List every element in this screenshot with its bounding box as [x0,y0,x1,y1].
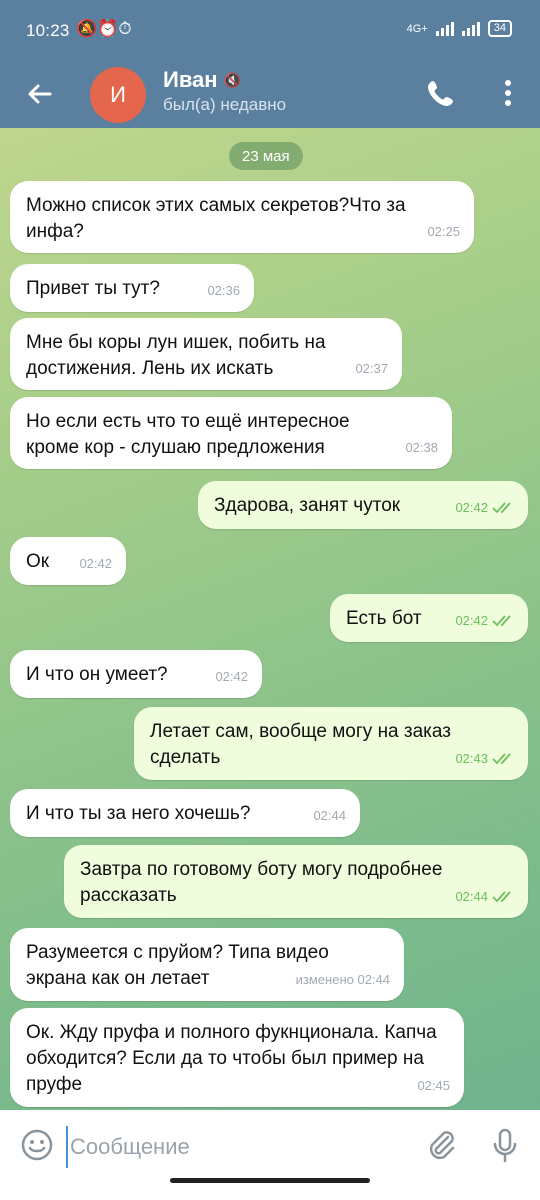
back-arrow-icon[interactable] [24,78,56,110]
message-bubble[interactable]: Разумеется с пруйом? Типа видео экрана к… [10,928,404,1001]
notification-icons: 🔕⏰⏱ [76,19,132,38]
message-text: И что он умеет? [26,664,168,685]
message-meta: 02:25 [427,219,460,245]
more-vert-icon[interactable] [496,76,520,110]
message-text: Мне бы коры лун ишек, побить на достижен… [26,332,326,379]
status-bar: 10:23 🔕⏰⏱ 4G+ 34 [0,0,540,60]
paperclip-icon[interactable] [424,1128,458,1162]
message-meta: 02:42 [455,495,514,521]
double-check-icon [492,502,511,514]
message-meta: 02:42 [455,608,514,634]
message-meta: 02:44 [313,803,346,829]
contact-status: был(а) недавно [163,95,287,114]
message-meta: 02:37 [355,356,388,382]
message-meta: 02:36 [207,278,240,304]
message-time: 02:38 [405,440,438,455]
message-bubble[interactable]: Ок. Жду пруфа и полного фукнционала. Кап… [10,1008,464,1107]
microphone-icon[interactable] [492,1128,518,1164]
mute-icon: 🔇 [223,72,242,88]
network-type: 4G+ [406,22,428,35]
message-meta: 02:44 [455,884,514,910]
message-text: Но если есть что то ещё интересное кроме… [26,411,350,458]
message-text: Завтра по готовому боту могу подробнее р… [80,859,443,906]
contact-name-row[interactable]: Иван 🔇 [163,67,241,93]
message-bubble[interactable]: Ок 02:42 [10,537,126,585]
message-meta: 02:45 [417,1073,450,1099]
message-bubble[interactable]: Привет ты тут? 02:36 [10,264,254,312]
message-text: Привет ты тут? [26,278,160,299]
message-text: Можно список этих самых секретов?Что за … [26,195,406,242]
message-meta: 02:38 [405,435,438,461]
message-time: 02:44 [455,889,488,904]
message-time: 02:42 [215,669,248,684]
battery-icon: 34 [487,20,512,37]
message-bubble[interactable]: Здарова, занят чуток 02:42 [198,481,528,529]
double-check-icon [492,615,511,627]
chat-header: И Иван 🔇 был(а) недавно [0,60,540,128]
message-time: 02:44 [313,808,346,823]
message-time: 02:37 [355,361,388,376]
message-time: 02:36 [207,283,240,298]
message-bubble[interactable]: Но если есть что то ещё интересное кроме… [10,397,452,469]
phone-icon[interactable] [424,76,458,110]
message-bubble[interactable]: И что он умеет? 02:42 [10,650,262,698]
date-chip: 23 мая [229,142,303,170]
message-time: 02:43 [455,751,488,766]
emoji-icon[interactable] [20,1128,54,1162]
message-time: 02:42 [455,500,488,515]
message-text: Ок. Жду пруфа и полного фукнционала. Кап… [26,1022,437,1095]
avatar[interactable]: И [90,67,146,123]
message-time: 02:42 [79,556,112,571]
message-time: 02:42 [455,613,488,628]
message-meta: 02:42 [215,664,248,690]
message-text: И что ты за него хочешь? [26,803,251,824]
message-bubble[interactable]: Есть бот 02:42 [330,594,528,642]
message-bubble[interactable]: Можно список этих самых секретов?Что за … [10,181,474,253]
message-bubble[interactable]: Завтра по готовому боту могу подробнее р… [64,845,528,918]
message-meta: изменено 02:44 [296,967,390,993]
message-bubble[interactable]: И что ты за него хочешь? 02:44 [10,789,360,837]
message-time: 02:45 [417,1078,450,1093]
status-right: 4G+ 34 [407,20,512,37]
double-check-icon [492,753,511,765]
message-meta: 02:42 [79,551,112,577]
message-time: изменено 02:44 [295,972,390,987]
signal-icon-2 [461,21,480,36]
message-bubble[interactable]: Летает сам, вообще могу на заказ сделать… [134,707,528,780]
message-meta: 02:43 [455,746,514,772]
double-check-icon [492,891,511,903]
message-time: 02:25 [427,224,460,239]
compose-bar [0,1110,540,1200]
contact-name: Иван [163,67,218,92]
message-bubble[interactable]: Мне бы коры лун ишек, побить на достижен… [10,318,402,390]
signal-icon [435,21,454,36]
message-input[interactable] [66,1126,402,1168]
gesture-bar [170,1178,370,1183]
status-time: 10:23 [26,21,70,40]
